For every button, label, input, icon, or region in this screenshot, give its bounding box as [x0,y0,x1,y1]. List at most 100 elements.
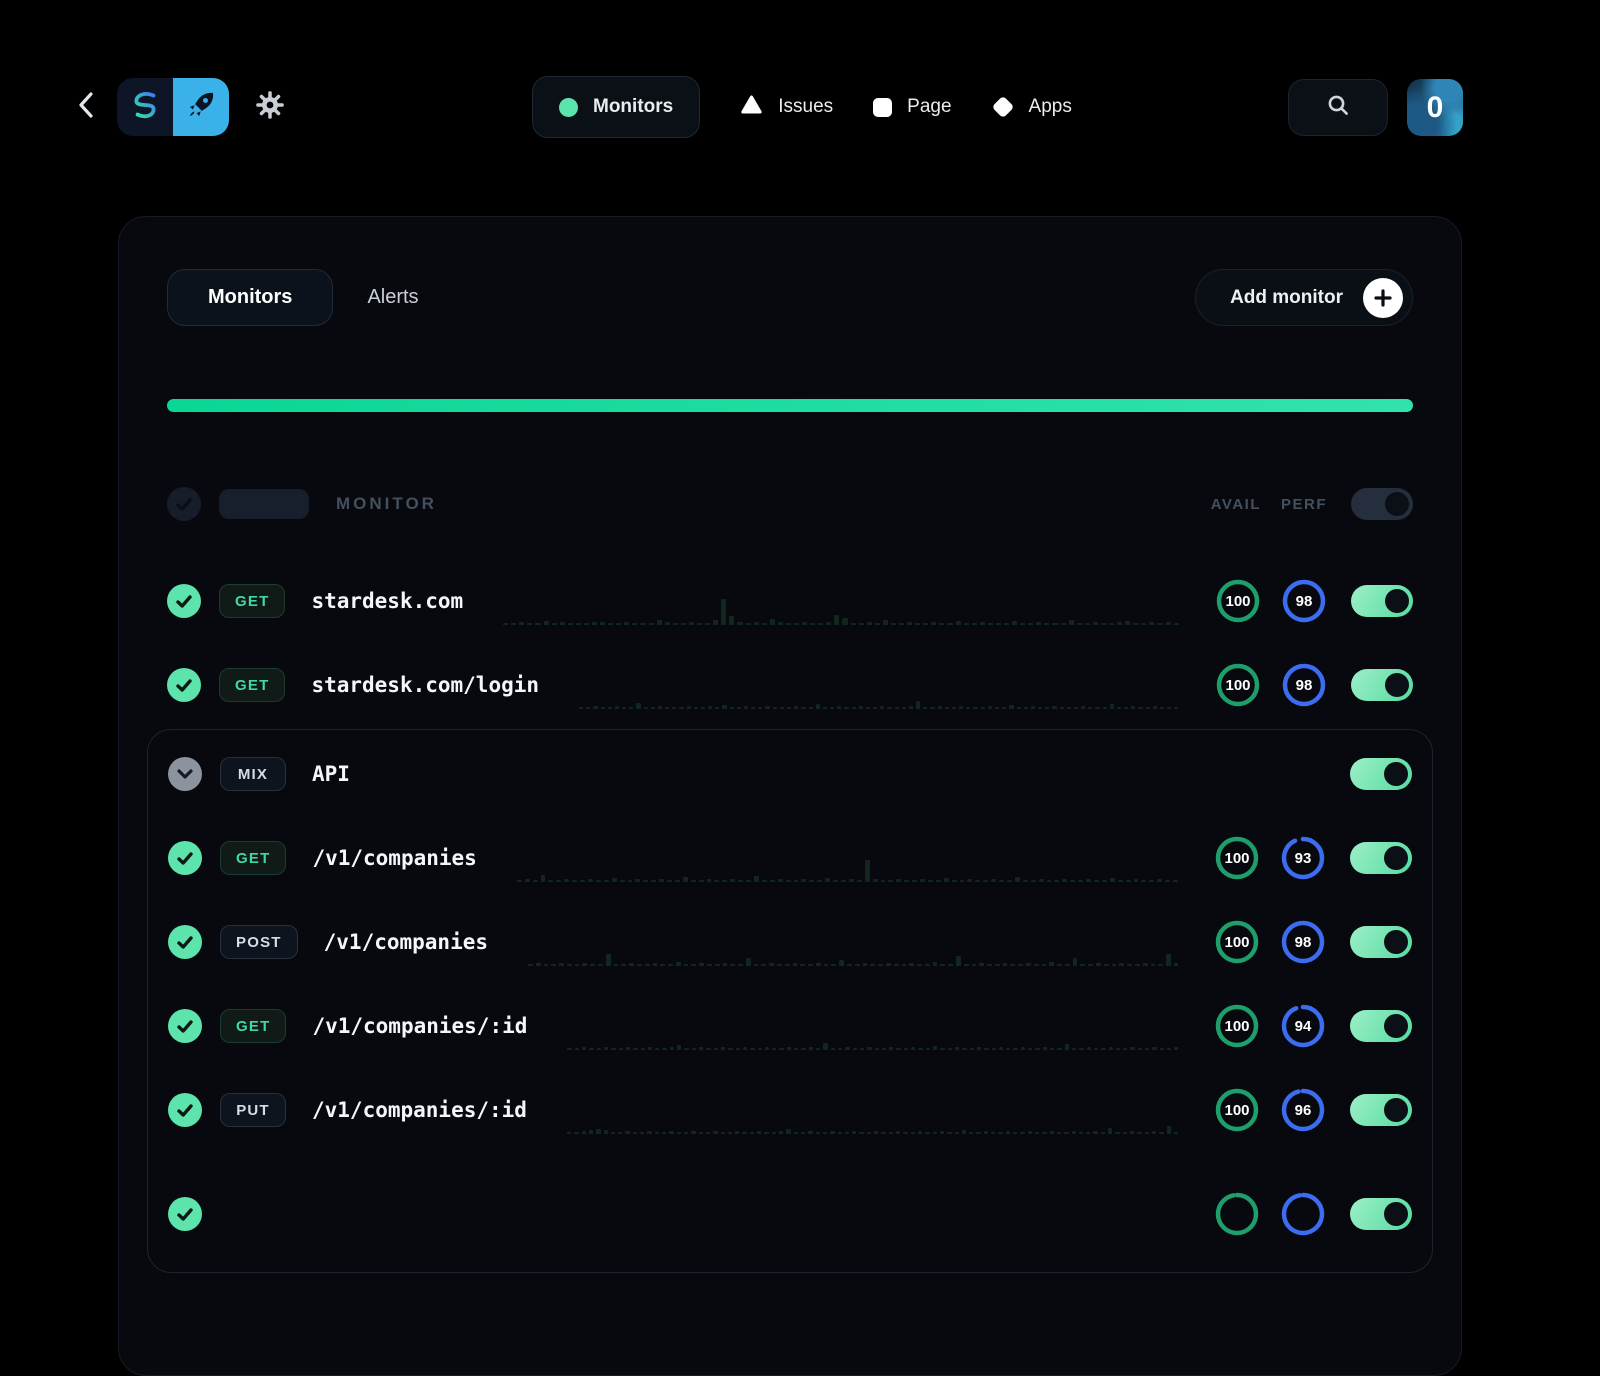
nav-item-monitors[interactable]: Monitors [532,76,700,138]
sparkline-bar [1173,880,1178,882]
stardesk-app-tile[interactable] [117,78,173,136]
sparkline-bar [981,707,985,709]
sparkline-bar [998,1132,1002,1134]
sparkline-bar [697,623,702,625]
sparkline-bar [1028,623,1033,625]
status-check-icon[interactable] [167,584,201,618]
status-check-icon[interactable] [168,925,202,959]
back-button[interactable] [72,92,100,122]
sparkline-bar [536,963,541,966]
settings-button[interactable] [254,91,286,123]
monitor-row: GET /v1/companies/:id 100 94 [168,984,1412,1068]
sparkline-bar [891,623,896,625]
sparkline-bar [705,623,710,625]
sparkline-bar [1138,1048,1142,1050]
monitor-toggle[interactable] [1351,585,1413,617]
select-all-check-icon[interactable] [167,487,201,521]
nav-item-page[interactable]: Page [873,96,951,118]
sparkline-bar [628,880,633,882]
sparkline-bar [1093,1131,1097,1134]
sparkline-bar [947,623,952,625]
sparkline-bar [874,1131,878,1134]
sparkline-bar [938,706,942,709]
header-badge-placeholder [219,489,309,519]
sparkline-bar [1035,1132,1039,1134]
sparkline-bar [940,1048,944,1050]
avatar[interactable]: 0 [1407,79,1463,136]
sparkline-bar [878,964,883,966]
sparkline-bar [851,623,856,625]
method-badge: GET [220,1009,286,1043]
sparkline-bar [962,1130,966,1134]
sparkline-bar [867,622,872,625]
performance-ring: 94 [1280,1003,1326,1049]
status-check-icon[interactable] [168,841,202,875]
sparkline-bar [1151,964,1156,966]
monitor-toggle[interactable] [1350,1010,1412,1042]
status-check-icon[interactable] [168,1093,202,1127]
sparkline-bar [852,707,856,709]
sparkline-bar [612,878,617,882]
sparkline-bar [604,880,609,882]
monitor-toggle[interactable] [1350,758,1412,790]
sparkline-bar [925,1132,929,1134]
status-check-icon[interactable] [168,1197,202,1231]
rocket-app-tile[interactable] [173,78,229,136]
monitor-row: PUT /v1/companies/:id 100 96 [168,1068,1412,1152]
toggle-knob [1384,1014,1408,1038]
sparkline-bar [952,880,957,882]
sparkline-bar [886,963,891,966]
sparkline-bar [1050,1131,1054,1134]
sparkline-bar [626,1047,630,1050]
monitor-toggle[interactable] [1351,669,1413,701]
monitor-toggle[interactable] [1350,1094,1412,1126]
sparkline-bar [1131,706,1135,709]
sparkline-bar [1094,1048,1098,1050]
sparkline-bar [662,1132,666,1134]
nav-item-issues[interactable]: Issues [740,94,833,121]
sparkline-bar [1145,1132,1149,1134]
sparkline-bar [841,880,846,882]
sparkline-bar [1080,964,1085,966]
sparkline-bar [590,964,595,966]
sparkline-bar [875,1048,879,1050]
sparkline-bar [691,964,696,966]
avail-perf-toggle[interactable] [1351,488,1413,520]
sparkline-bar [721,1047,725,1050]
search-button[interactable] [1288,79,1388,136]
sparkline-bar [1109,1047,1113,1050]
chevron-down-icon[interactable] [168,757,202,791]
sparkline-bar [964,623,969,625]
sparkline-bar [980,622,985,625]
sparkline-bar [556,880,561,882]
status-check-icon[interactable] [167,668,201,702]
tab-monitors[interactable]: Monitors [167,269,333,326]
tab-alerts[interactable]: Alerts [367,286,418,309]
nav-item-apps[interactable]: Apps [992,96,1072,118]
availability-ring: 100 [1214,835,1260,881]
sparkline-bar [706,1132,710,1134]
sparkline-bar [849,879,854,882]
sparkline-bar [559,963,564,966]
sparkline-bar [888,880,893,882]
sparkline-bar [816,963,821,966]
sparkline-bar [920,879,925,882]
sparkline-bar [611,1132,615,1134]
monitor-toggle[interactable] [1350,926,1412,958]
sparkline-bar [722,705,726,709]
sparkline-bar [1020,1132,1024,1134]
availability-ring: 100 [1214,919,1260,965]
sparkline-bar [765,1047,769,1050]
sparkline-bar [972,623,977,625]
monitor-toggle[interactable] [1350,842,1412,874]
status-check-icon[interactable] [168,1009,202,1043]
header-right: AVAIL PERF [1211,488,1413,520]
add-monitor-button[interactable]: Add monitor [1195,269,1413,326]
performance-ring: 98 [1280,919,1326,965]
sparkline-bar [787,1047,791,1050]
sparkline-bar [911,1132,915,1134]
sparkline-bar [860,1048,864,1050]
sparkline-bar [757,1131,761,1134]
monitor-toggle[interactable] [1350,1198,1412,1230]
sparkline-bar [896,879,901,882]
